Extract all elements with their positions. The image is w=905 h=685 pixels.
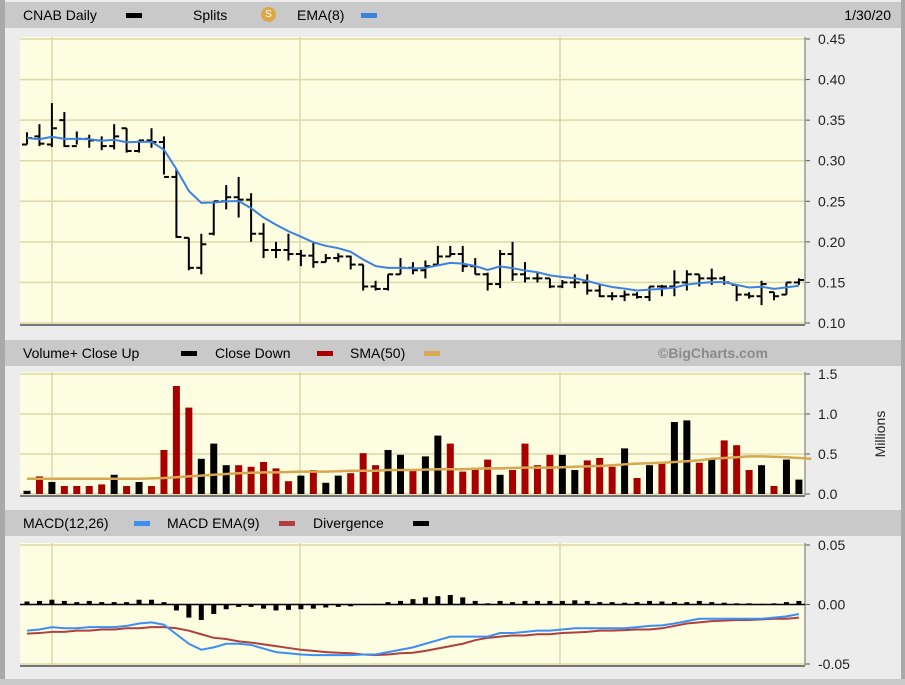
volume-bar: [309, 470, 317, 494]
volume-axis-label: Millions: [872, 411, 888, 458]
volume-bar: [683, 420, 691, 494]
divergence-bar: [422, 597, 428, 605]
volume-bar: [397, 454, 404, 494]
volume-bar: [471, 467, 479, 494]
volume-bar: [509, 470, 517, 494]
volume-panel-tick-label: 1.5: [818, 366, 838, 382]
volume-bar: [148, 486, 155, 494]
volume-bar: [260, 462, 268, 494]
volume-bar: [633, 478, 641, 494]
divergence-bar: [460, 597, 466, 605]
price-panel-tick-label: 0.10: [818, 315, 845, 331]
volume-bar: [571, 470, 579, 494]
volume-bar: [533, 465, 541, 494]
volume-bar: [708, 458, 716, 494]
volume-bar: [60, 486, 68, 494]
price-panel-tick-label: 0.25: [818, 193, 845, 209]
volume-bar: [695, 462, 703, 494]
divergence-bar: [273, 604, 279, 611]
volume-bar: [496, 474, 504, 494]
volume-bar: [758, 465, 766, 494]
volume-bar: [160, 450, 168, 494]
volume-bar: [421, 456, 429, 494]
volume-bar: [222, 465, 230, 494]
price-panel-tick-label: 0.30: [818, 153, 845, 169]
volume-bar: [558, 454, 566, 494]
volume-bar: [123, 486, 131, 494]
divergence-bar: [410, 599, 416, 605]
volume-bar: [733, 445, 741, 494]
volume-bar: [359, 453, 367, 494]
volume-bar: [384, 450, 392, 494]
volume-bar: [334, 475, 342, 494]
volume-bar: [409, 470, 417, 494]
divergence-bar: [186, 604, 192, 618]
volume-bar: [546, 454, 554, 494]
volume-bar: [297, 475, 305, 494]
volume-panel-tick-label: 0.5: [818, 446, 838, 462]
price-panel-tick-label: 0.40: [818, 72, 845, 88]
volume-bar: [235, 465, 243, 494]
volume-bar: [621, 448, 629, 494]
macd-panel-tick-label: -0.05: [818, 656, 850, 672]
volume-bar: [23, 490, 31, 494]
divergence-bar: [435, 596, 441, 605]
macd-panel-tick-label: 0.05: [818, 537, 845, 553]
volume-bar: [770, 486, 778, 494]
volume-bar: [284, 481, 292, 494]
volume-bar: [670, 422, 678, 494]
volume-panel-tick-label: 0.0: [818, 486, 838, 502]
volume-bar: [210, 443, 218, 494]
volume-bar: [596, 458, 604, 494]
volume-bar: [185, 407, 193, 494]
volume-bar: [608, 466, 616, 494]
volume-panel-tick-label: 1.0: [818, 406, 838, 422]
price-panel-tick-label: 0.15: [818, 274, 845, 290]
volume-bar: [98, 484, 106, 494]
volume-bar: [434, 435, 442, 494]
volume-bar: [85, 486, 93, 494]
divergence-bar: [447, 594, 453, 605]
volume-bar: [782, 459, 790, 494]
volume-bar: [247, 466, 255, 494]
macd-panel-tick-label: 0.00: [818, 597, 845, 613]
volume-bar: [484, 459, 492, 494]
volume-bar: [135, 482, 143, 494]
divergence-bar: [198, 604, 204, 620]
price-panel-tick-label: 0.20: [818, 234, 845, 250]
volume-bar: [720, 440, 728, 494]
volume-bar: [795, 479, 803, 494]
volume-bar: [48, 482, 56, 494]
volume-bar: [322, 482, 330, 494]
volume-bar: [745, 470, 753, 494]
volume-bar: [459, 471, 467, 494]
divergence-bar: [211, 604, 217, 615]
volume-bar: [73, 486, 81, 494]
volume-bar: [646, 465, 653, 494]
chart-canvas: 0.45 0.40 0.35 0.30 0.25 0.20 0.15 0.10 1.5 1.0 0.…: [20, 31, 888, 672]
price-panel-tick-label: 0.45: [818, 31, 845, 47]
price-panel-tick-label: 0.35: [818, 112, 845, 128]
volume-bar: [347, 473, 355, 494]
divergence-bar: [173, 604, 179, 611]
volume-bar: [658, 462, 666, 494]
divergence-bar: [285, 604, 291, 610]
